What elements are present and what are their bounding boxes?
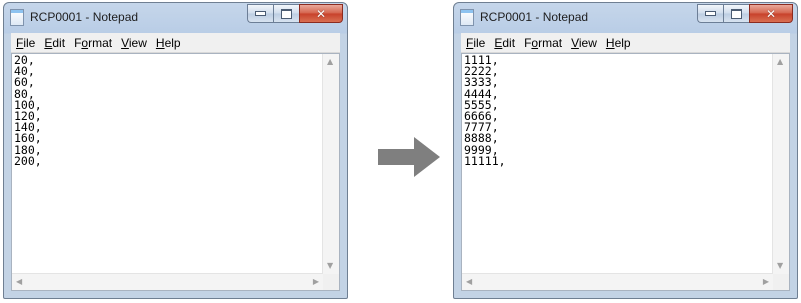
scroll-down-icon[interactable]: ▼ — [777, 262, 783, 270]
text-editor[interactable]: 20, 40, 60, 80, 100, 120, 140, 160, 180,… — [11, 53, 340, 291]
maximize-icon — [731, 8, 742, 19]
notepad-icon — [460, 9, 474, 26]
minimize-icon — [255, 11, 266, 16]
notepad-icon — [10, 9, 24, 26]
maximize-button[interactable] — [273, 4, 299, 23]
resize-grip[interactable] — [773, 274, 789, 290]
vertical-scrollbar[interactable]: ▲ ▼ — [772, 54, 789, 274]
editor-content[interactable]: 20, 40, 60, 80, 100, 120, 140, 160, 180,… — [14, 55, 323, 274]
menu-help[interactable]: Help — [156, 36, 181, 50]
close-button[interactable]: ✕ — [749, 4, 793, 23]
close-button[interactable]: ✕ — [299, 4, 343, 23]
scroll-right-icon[interactable]: ▶ — [763, 278, 769, 286]
menu-bar: File Edit Format View Help — [11, 33, 340, 53]
menu-help[interactable]: Help — [606, 36, 631, 50]
text-editor[interactable]: 1111, 2222, 3333, 4444, 5555, 6666, 7777… — [461, 53, 790, 291]
menu-file[interactable]: File — [16, 36, 35, 50]
caption-buttons: ✕ — [697, 4, 793, 23]
resize-grip[interactable] — [323, 274, 339, 290]
title-bar[interactable]: RCP0001 - Notepad ✕ — [454, 3, 797, 33]
close-icon: ✕ — [315, 6, 327, 21]
menu-view[interactable]: View — [571, 36, 597, 50]
minimize-button[interactable] — [247, 4, 273, 23]
minimize-button[interactable] — [697, 4, 723, 23]
scroll-up-icon[interactable]: ▲ — [777, 58, 783, 66]
notepad-window-after: RCP0001 - Notepad ✕ File Edit Format Vie… — [453, 2, 798, 299]
maximize-button[interactable] — [723, 4, 749, 23]
menu-view[interactable]: View — [121, 36, 147, 50]
menu-format[interactable]: Format — [524, 36, 562, 50]
vertical-scrollbar[interactable]: ▲ ▼ — [322, 54, 339, 274]
horizontal-scrollbar[interactable]: ◀ ▶ — [462, 273, 773, 290]
minimize-icon — [705, 11, 716, 16]
close-icon: ✕ — [765, 6, 777, 21]
menu-edit[interactable]: Edit — [44, 36, 65, 50]
menu-file[interactable]: File — [466, 36, 485, 50]
menu-bar: File Edit Format View Help — [461, 33, 790, 53]
caption-buttons: ✕ — [247, 4, 343, 23]
window-title: RCP0001 - Notepad — [480, 10, 589, 24]
scroll-down-icon[interactable]: ▼ — [327, 262, 333, 270]
maximize-icon — [281, 8, 292, 19]
scroll-left-icon[interactable]: ◀ — [466, 278, 472, 286]
scroll-up-icon[interactable]: ▲ — [327, 58, 333, 66]
scroll-left-icon[interactable]: ◀ — [16, 278, 22, 286]
scroll-right-icon[interactable]: ▶ — [313, 278, 319, 286]
horizontal-scrollbar[interactable]: ◀ ▶ — [12, 273, 323, 290]
notepad-window-before: RCP0001 - Notepad ✕ File Edit Format Vie… — [3, 2, 348, 299]
title-bar[interactable]: RCP0001 - Notepad ✕ — [4, 3, 347, 33]
editor-content[interactable]: 1111, 2222, 3333, 4444, 5555, 6666, 7777… — [464, 55, 773, 274]
menu-edit[interactable]: Edit — [494, 36, 515, 50]
menu-format[interactable]: Format — [74, 36, 112, 50]
window-title: RCP0001 - Notepad — [30, 10, 139, 24]
right-arrow-icon — [378, 137, 440, 177]
